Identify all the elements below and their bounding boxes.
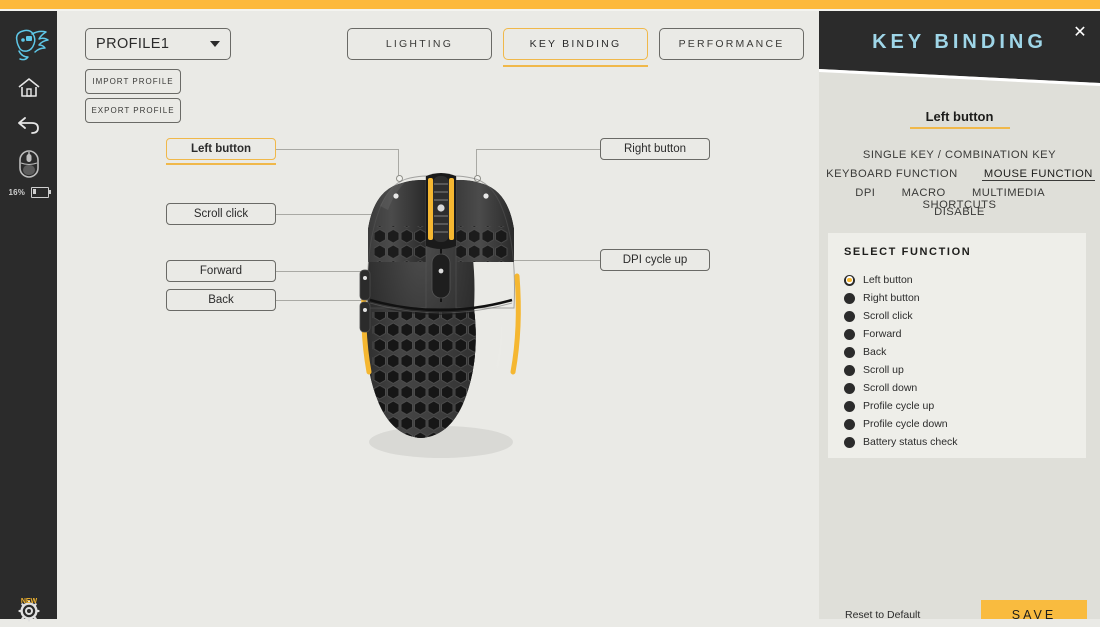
chevron-down-icon [210,41,220,47]
select-function-box: SELECT FUNCTION Left button Right button… [828,233,1086,458]
tab-active-underline [503,65,648,67]
reset-to-default-link[interactable]: Reset to Default [845,609,920,619]
function-label: Battery status check [863,436,958,448]
radio-icon [844,436,855,448]
list-item[interactable]: Back [844,343,1074,361]
radio-icon [844,328,855,340]
function-type-disable[interactable]: DISABLE [932,206,987,218]
list-item[interactable]: Battery status check [844,433,1074,451]
function-label: Scroll down [863,382,918,394]
function-label: Scroll up [863,364,904,376]
new-badge: NEW [20,598,37,605]
function-type-mouse-function[interactable]: MOUSE FUNCTION [981,168,1095,181]
save-button[interactable]: SAVE [981,600,1087,619]
function-type-single-key[interactable]: SINGLE KEY / COMBINATION KEY [861,149,1058,161]
pegasus-logo [8,27,50,65]
callout-scroll-click[interactable]: Scroll click [166,203,276,225]
tab-lighting[interactable]: LIGHTING [347,28,492,60]
list-item[interactable]: Scroll up [844,361,1074,379]
import-profile-button[interactable]: IMPORT PROFILE [85,69,181,94]
panel-title: KEY BINDING [872,31,1047,53]
home-icon [18,78,39,97]
callout-line-left-button [276,149,399,151]
list-item[interactable]: Scroll down [844,379,1074,397]
list-item[interactable]: Right button [844,289,1074,307]
callout-left-button[interactable]: Left button [166,138,276,160]
battery-icon [30,187,51,198]
callout-line-right-button [476,149,600,151]
radio-icon [844,382,855,394]
mouse-graphic [359,173,521,458]
tab-performance[interactable]: PERFORMANCE [659,28,804,60]
list-item[interactable]: Profile cycle up [844,397,1074,415]
function-type-keyboard-function[interactable]: KEYBOARD FUNCTION [824,168,960,180]
left-sidebar: 16% NEW [0,9,57,622]
callout-back[interactable]: Back [166,289,276,311]
function-label: Back [863,346,887,358]
function-type-row-2: KEYBOARD FUNCTION MOUSE FUNCTION [819,168,1100,181]
radio-icon [844,274,855,286]
top-accent-bar [0,0,1100,9]
profile-select[interactable]: PROFILE1 [85,28,231,60]
list-item[interactable]: Left button [844,271,1074,289]
callout-forward[interactable]: Forward [166,260,276,282]
function-type-macro[interactable]: MACRO [900,187,948,199]
function-label: Right button [863,292,920,304]
key-binding-panel: KEY BINDING ✕ Left button SINGLE KEY / C… [819,11,1100,619]
function-label: Profile cycle up [863,400,935,412]
list-item[interactable]: Profile cycle down [844,415,1074,433]
radio-icon [844,292,855,304]
mouse-device-icon [18,150,39,178]
function-label: Left button [863,274,913,286]
function-label: Scroll click [863,310,913,322]
callout-dpi-cycle-up[interactable]: DPI cycle up [600,249,710,271]
close-icon[interactable]: ✕ [1070,23,1090,43]
battery-percent: 16% [8,188,26,197]
main-stage: PROFILE1 IMPORT PROFILE EXPORT PROFILE L… [57,11,819,619]
radio-icon [844,364,855,376]
back-arrow-icon [17,117,39,134]
radio-icon [844,310,855,322]
list-item[interactable]: Scroll click [844,307,1074,325]
function-list: Left button Right button Scroll click Fo… [844,271,1074,451]
sidebar-item-home[interactable] [0,76,57,105]
select-function-title: SELECT FUNCTION [844,246,972,258]
radio-icon [844,400,855,412]
mouse-illustration [346,166,536,466]
function-type-row-1: SINGLE KEY / COMBINATION KEY [819,149,1100,161]
selected-button-name: Left button [925,109,994,124]
callout-left-button-underline [166,163,276,165]
selected-button-underline [910,127,1010,129]
callout-right-button[interactable]: Right button [600,138,710,160]
sidebar-item-settings[interactable]: NEW [0,594,57,627]
sidebar-item-back[interactable] [0,112,57,141]
function-label: Profile cycle down [863,418,948,430]
tab-key-binding[interactable]: KEY BINDING [503,28,648,60]
profile-select-value: PROFILE1 [96,36,170,52]
function-label: Forward [863,328,902,340]
radio-icon [844,346,855,358]
function-type-multimedia[interactable]: MULTIMEDIA [970,187,1047,199]
function-type-row-4: DISABLE [819,206,1100,218]
export-profile-button[interactable]: EXPORT PROFILE [85,98,181,123]
top-accent-bar-highlight [0,9,1100,11]
sidebar-item-device[interactable] [0,149,57,184]
function-type-dpi[interactable]: DPI [853,187,877,199]
radio-icon [844,418,855,430]
list-item[interactable]: Forward [844,325,1074,343]
battery-status: 16% [0,187,57,198]
